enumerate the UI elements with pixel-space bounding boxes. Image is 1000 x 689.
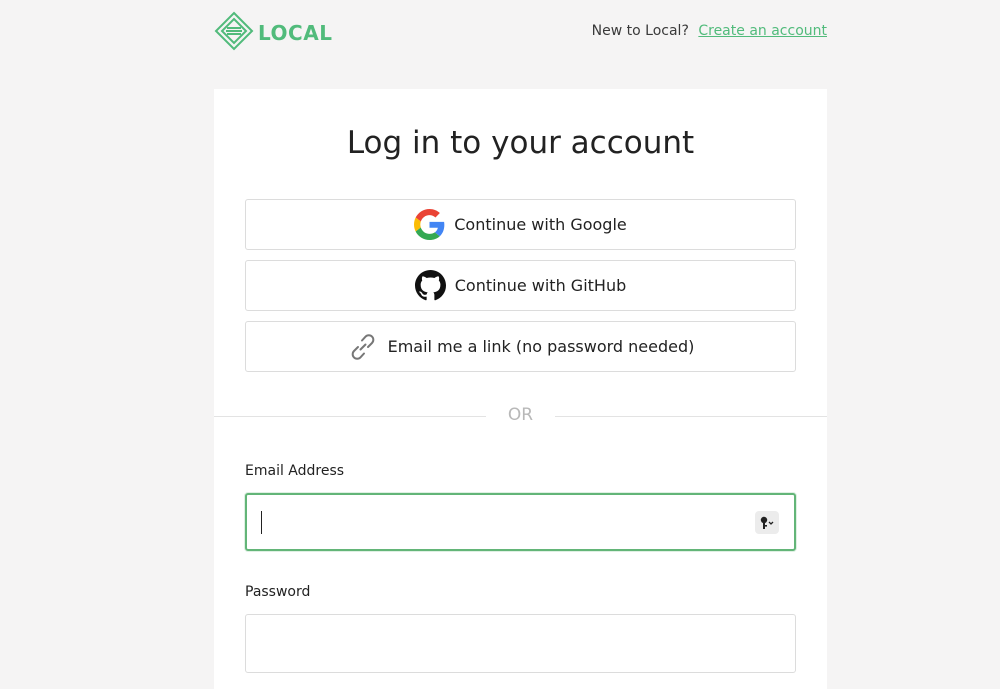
local-logo-icon [214,11,254,55]
signup-prompt: New to Local? Create an account [592,23,827,39]
password-label: Password [245,584,311,600]
github-button-label: Continue with GitHub [454,276,627,295]
logo-text: LOCAL [258,21,333,45]
logo[interactable]: LOCAL [214,11,333,55]
github-login-button[interactable]: Continue with GitHub [245,260,796,311]
link-icon [347,331,379,363]
page-title: Log in to your account [346,125,695,161]
google-icon [414,209,445,240]
github-icon [414,270,446,301]
divider-text: OR [507,405,534,425]
or-divider: OR [214,405,827,427]
password-field[interactable] [245,614,796,673]
create-account-link[interactable]: Create an account [698,23,827,39]
new-user-text: New to Local? [591,23,689,39]
google-button-label: Continue with Google [454,215,627,234]
email-field[interactable] [245,493,796,551]
login-card: Log in to your account Continue with Goo… [214,89,827,689]
password-key-icon[interactable] [755,511,779,534]
email-label: Email Address [245,463,345,479]
google-login-button[interactable]: Continue with Google [245,199,796,250]
email-link-button-label: Email me a link (no password needed) [387,337,695,356]
text-cursor [261,511,262,534]
top-bar: LOCAL New to Local? Create an account [214,11,827,55]
email-link-button[interactable]: Email me a link (no password needed) [245,321,796,372]
